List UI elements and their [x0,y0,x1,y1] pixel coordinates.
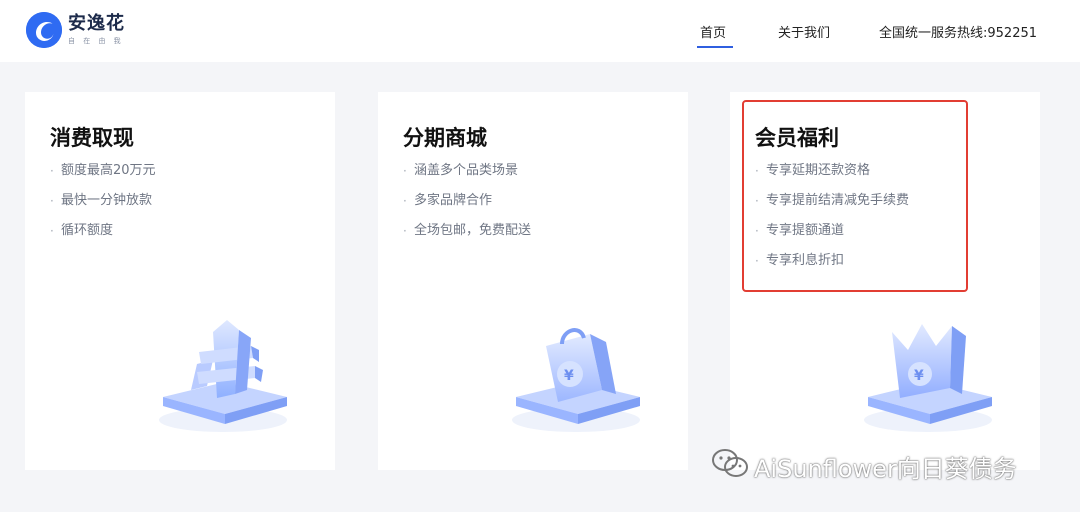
highlight-box [742,100,968,292]
top-header: 安逸花 自 在 由 我 首页 关于我们 全国统一服务热线:952251 [0,0,1080,62]
card-cash-withdrawal[interactable]: 消费取现 · 额度最高20万元 · 最快一分钟放款 · 循环额度 [25,92,335,470]
logo-name: 安逸花 [68,13,125,34]
shopping-bag-icon: ¥ [508,302,648,446]
list-item: · 全场包邮，免费配送 [403,223,532,238]
nav-home-label: 首页 [700,25,727,41]
logo-slogan: 自 在 由 我 [68,37,124,45]
nav-about-label: 关于我们 [778,25,831,41]
list-item: · 最快一分钟放款 [50,193,153,208]
list-item: · 涵盖多个品类场景 [403,163,519,178]
brand-logo[interactable]: 安逸花 自 在 由 我 [26,12,125,48]
svg-text:¥: ¥ [564,368,574,384]
watermark-text: AiSunflower向日葵债务 [754,454,1017,483]
hotline-text: 全国统一服务热线:952251 [879,25,1038,41]
card-title: 消费取现 [50,126,134,150]
feature-list: · 额度最高20万元 · 最快一分钟放款 · 循环额度 [50,163,156,253]
wechat-icon [710,448,750,484]
card-installment-mall[interactable]: 分期商城 · 涵盖多个品类场景 · 多家品牌合作 · 全场包邮，免费配送 ¥ [378,92,688,470]
list-item: · 多家品牌合作 [403,193,493,208]
watermark: AiSunflower向日葵债务 [710,448,1017,484]
svg-text:¥: ¥ [914,368,924,384]
yuan-coin-stack-icon [155,302,295,446]
active-nav-underline [697,46,733,48]
feature-list: · 涵盖多个品类场景 · 多家品牌合作 · 全场包邮，免费配送 [403,163,531,253]
service-hotline: 全国统一服务热线:952251 [879,0,1037,62]
list-item: · 额度最高20万元 [50,163,156,178]
card-title: 分期商城 [403,126,487,150]
flower-logo-icon [26,12,62,48]
nav-about-us[interactable]: 关于我们 [778,0,830,62]
nav-home[interactable]: 首页 [697,0,733,62]
list-item: · 循环额度 [50,223,114,238]
crown-yuan-icon: ¥ [860,302,1000,446]
